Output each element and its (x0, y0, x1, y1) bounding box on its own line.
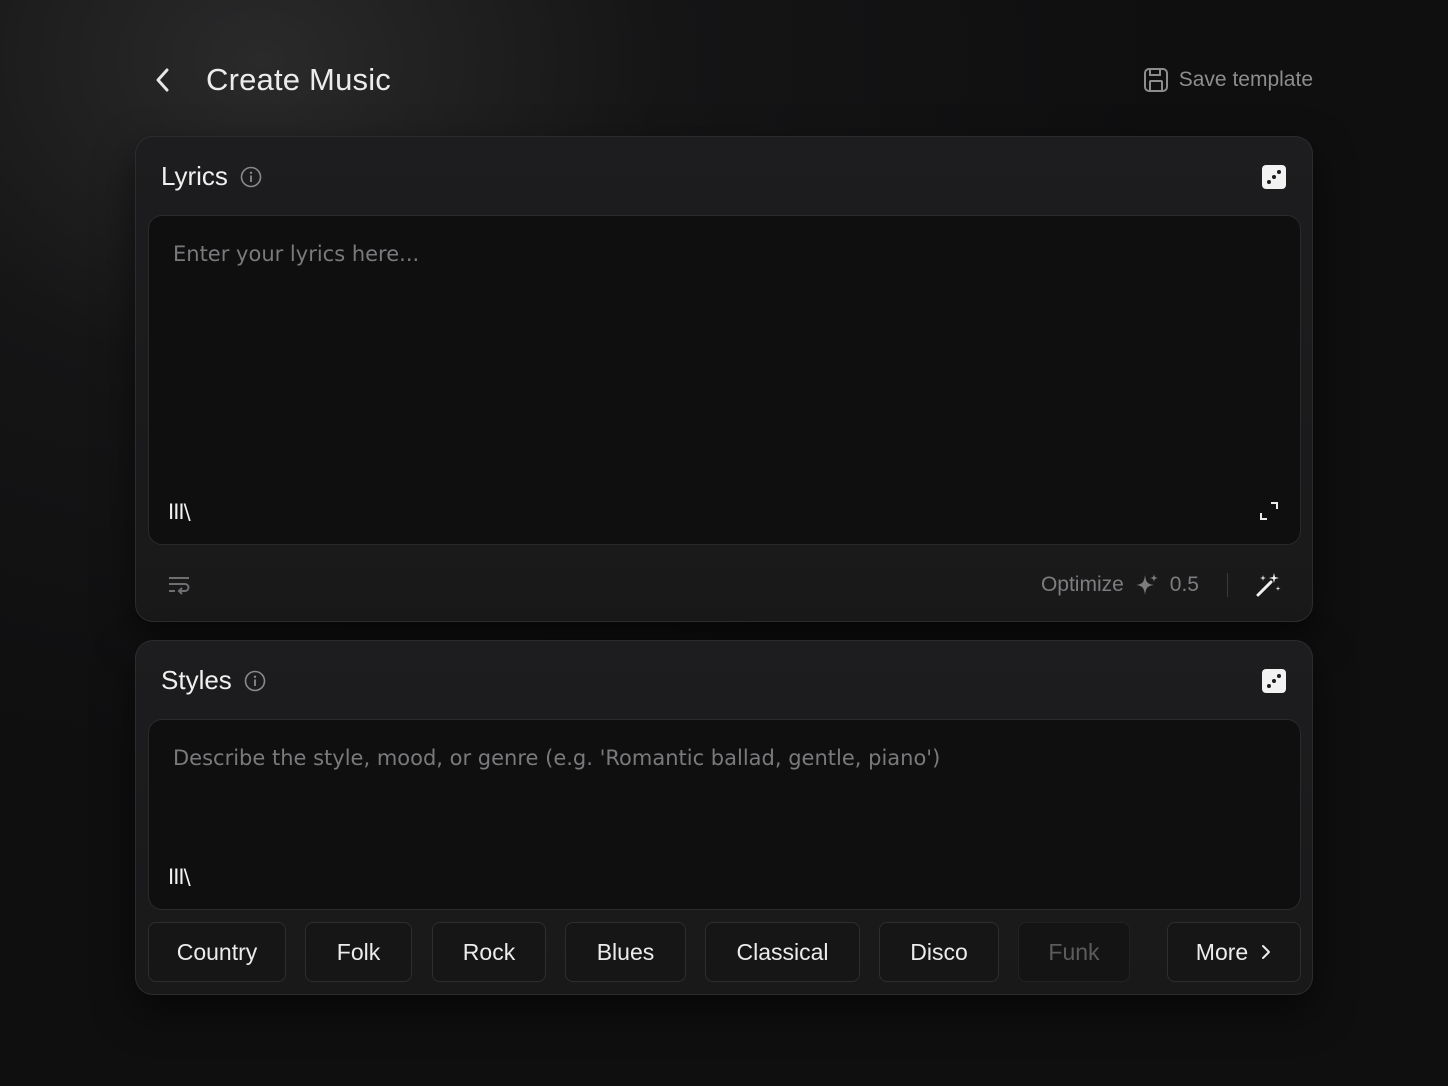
sparkle-icon (1135, 574, 1158, 595)
styles-card: Styles III\ Country Folk Rock Blues Clas… (135, 640, 1313, 995)
save-template-button[interactable]: Save template (1143, 64, 1313, 96)
styles-input[interactable] (149, 720, 1300, 909)
save-template-label: Save template (1178, 68, 1313, 91)
style-chips: Country Folk Rock Blues Classical Disco … (148, 922, 1301, 982)
save-icon (1143, 68, 1168, 92)
more-label: More (1195, 938, 1249, 965)
chip-folk[interactable]: Folk (305, 922, 412, 982)
styles-title: Styles (161, 665, 232, 695)
optimize-group: Optimize 0.5 (1041, 571, 1282, 599)
styles-input-box: III\ (148, 719, 1301, 910)
lyrics-input-box: III\ (148, 215, 1301, 545)
info-icon[interactable] (244, 670, 266, 692)
divider (1227, 573, 1228, 597)
chip-rock[interactable]: Rock (432, 922, 546, 982)
magic-wand-icon[interactable] (1254, 571, 1282, 599)
chip-disco[interactable]: Disco (879, 922, 999, 982)
chip-funk[interactable]: Funk (1018, 922, 1130, 982)
optimize-button[interactable]: Optimize (1041, 573, 1124, 597)
optimize-cost: 0.5 (1169, 573, 1199, 596)
lyrics-card: Lyrics III\ Optimize (135, 136, 1313, 622)
back-button[interactable] (147, 64, 179, 96)
chevron-right-icon (1262, 945, 1271, 959)
chip-classical[interactable]: Classical (705, 922, 860, 982)
lyrics-footer: Optimize 0.5 (148, 561, 1300, 609)
library-icon[interactable]: III\ (168, 500, 191, 524)
chevron-left-icon (156, 68, 169, 92)
text-wrap-icon[interactable] (166, 572, 192, 598)
lyrics-title-row: Lyrics (161, 161, 262, 192)
chip-country[interactable]: Country (148, 922, 286, 982)
page-header: Create Music Save template (135, 52, 1313, 108)
lyrics-title: Lyrics (161, 161, 228, 191)
info-icon[interactable] (240, 166, 262, 188)
lyrics-input[interactable] (149, 216, 1300, 544)
library-icon[interactable]: III\ (168, 865, 191, 889)
random-lyrics-button[interactable] (1262, 165, 1286, 189)
random-styles-button[interactable] (1262, 669, 1286, 693)
expand-icon[interactable] (1258, 500, 1280, 522)
page-title: Create Music (206, 62, 392, 97)
chip-blues[interactable]: Blues (565, 922, 686, 982)
styles-title-row: Styles (161, 665, 266, 696)
more-styles-button[interactable]: More (1167, 922, 1301, 982)
